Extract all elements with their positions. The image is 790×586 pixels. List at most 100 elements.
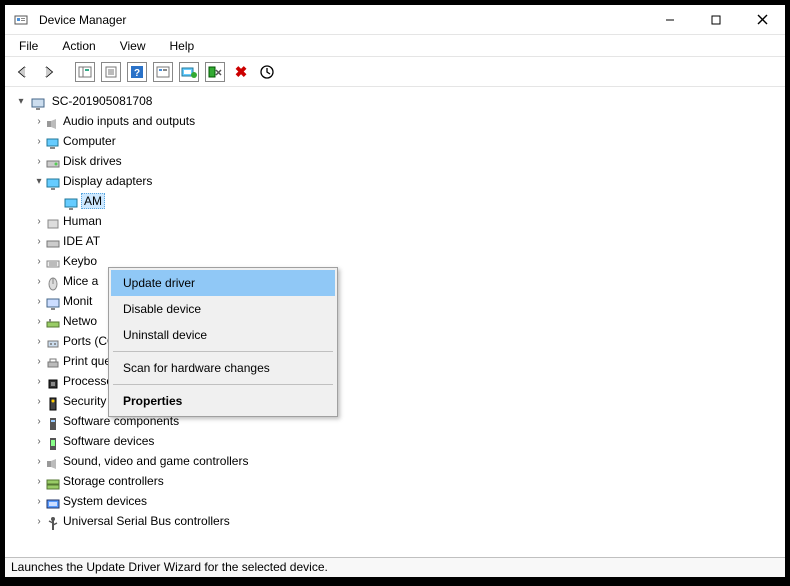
- tree-node-label: Sound, video and game controllers: [63, 454, 248, 468]
- status-text: Launches the Update Driver Wizard for th…: [11, 560, 328, 574]
- caret-right-icon[interactable]: ›: [33, 253, 45, 271]
- tree-node[interactable]: › Storage controllers: [33, 471, 785, 491]
- caret-right-icon[interactable]: ›: [33, 473, 45, 491]
- caret-right-icon[interactable]: ›: [33, 313, 45, 331]
- show-hidden-icon[interactable]: [75, 62, 95, 82]
- disable-icon[interactable]: ✖: [231, 62, 251, 82]
- cpu-icon: [45, 374, 61, 388]
- caret-right-icon[interactable]: ›: [33, 273, 45, 291]
- tree-node-label: Keybo: [63, 254, 97, 268]
- tree-node-label: Universal Serial Bus controllers: [63, 514, 230, 528]
- statusbar: Launches the Update Driver Wizard for th…: [5, 557, 785, 577]
- tree-node[interactable]: › Software devices: [33, 431, 785, 451]
- display-icon: [63, 194, 79, 208]
- caret-right-icon[interactable]: ›: [33, 133, 45, 151]
- selected-device-label: AM: [81, 193, 105, 209]
- tree-node[interactable]: › Audio inputs and outputs: [33, 111, 785, 131]
- tree-node[interactable]: ›System devices: [33, 491, 785, 511]
- properties-icon[interactable]: [101, 62, 121, 82]
- tree-node-selected[interactable]: AM: [51, 191, 785, 211]
- audio-icon: [45, 114, 61, 128]
- tree-node-label: Disk drives: [63, 154, 122, 168]
- monitor-icon: [45, 294, 61, 308]
- tree-node[interactable]: › IDE AT: [33, 231, 785, 251]
- toolbar: ? ✖: [5, 57, 785, 87]
- scan-icon[interactable]: [153, 62, 173, 82]
- caret-right-icon[interactable]: ›: [33, 413, 45, 431]
- refresh-icon[interactable]: [257, 62, 277, 82]
- tree-node[interactable]: › Sound, video and game controllers: [33, 451, 785, 471]
- device-tree[interactable]: ▾ SC-201905081708 › Audio inputs and outp…: [5, 87, 785, 557]
- device-manager-window: Device Manager File Action View Help ?: [4, 4, 786, 578]
- update-driver-icon[interactable]: [179, 62, 199, 82]
- system-icon: [45, 494, 61, 508]
- tree-node-label: Software devices: [63, 434, 154, 448]
- menu-view[interactable]: View: [116, 37, 150, 55]
- port-icon: [45, 334, 61, 348]
- sound-icon: [45, 454, 61, 468]
- tree-node-label: IDE AT: [63, 234, 100, 248]
- usb-icon: [45, 514, 61, 528]
- ctx-update-driver[interactable]: Update driver: [111, 270, 335, 296]
- ctx-scan-hardware[interactable]: Scan for hardware changes: [111, 355, 335, 381]
- caret-right-icon[interactable]: ›: [33, 513, 45, 531]
- context-menu: Update driver Disable device Uninstall d…: [108, 267, 338, 417]
- ctx-properties[interactable]: Properties: [111, 388, 335, 414]
- security-icon: [45, 394, 61, 408]
- caret-right-icon[interactable]: ›: [33, 113, 45, 131]
- forward-button[interactable]: [39, 62, 59, 82]
- keyboard-icon: [45, 254, 61, 268]
- maximize-button[interactable]: [693, 5, 739, 34]
- caret-right-icon[interactable]: ›: [33, 213, 45, 231]
- caret-right-icon[interactable]: ›: [33, 433, 45, 451]
- caret-right-icon[interactable]: ›: [33, 453, 45, 471]
- ide-icon: [45, 234, 61, 248]
- softcomp-icon: [45, 414, 61, 428]
- caret-down-icon[interactable]: ▾: [33, 173, 45, 191]
- storage-icon: [45, 474, 61, 488]
- ctx-disable-device[interactable]: Disable device: [111, 296, 335, 322]
- menu-file[interactable]: File: [15, 37, 42, 55]
- tree-node-label: Computer: [63, 134, 116, 148]
- tree-node-label: Storage controllers: [63, 474, 164, 488]
- menu-action[interactable]: Action: [58, 37, 99, 55]
- minimize-button[interactable]: [647, 5, 693, 34]
- uninstall-icon[interactable]: [205, 62, 225, 82]
- tree-node-label: Human: [63, 214, 102, 228]
- tree-node-label: Audio inputs and outputs: [63, 114, 195, 128]
- caret-right-icon[interactable]: ›: [33, 333, 45, 351]
- caret-right-icon[interactable]: ›: [33, 493, 45, 511]
- tree-node[interactable]: › Human: [33, 211, 785, 231]
- computer-icon: [45, 134, 61, 148]
- tree-node[interactable]: › Disk drives: [33, 151, 785, 171]
- caret-right-icon[interactable]: ›: [33, 353, 45, 371]
- caret-right-icon[interactable]: ›: [33, 373, 45, 391]
- menubar: File Action View Help: [5, 35, 785, 57]
- tree-node-label: Mice a: [63, 274, 98, 288]
- display-icon: [45, 174, 61, 188]
- disk-icon: [45, 154, 61, 168]
- caret-right-icon[interactable]: ›: [33, 293, 45, 311]
- ctx-separator: [113, 384, 333, 385]
- root-label: SC-201905081708: [52, 94, 153, 108]
- help-icon[interactable]: ?: [127, 62, 147, 82]
- svg-text:?: ?: [134, 68, 140, 79]
- close-button[interactable]: [739, 5, 785, 34]
- caret-right-icon[interactable]: ›: [33, 233, 45, 251]
- softdev-icon: [45, 434, 61, 448]
- caret-down-icon[interactable]: ▾: [15, 93, 27, 111]
- tree-node[interactable]: ▾ Display adapters: [33, 171, 785, 191]
- tree-node[interactable]: › Universal Serial Bus controllers: [33, 511, 785, 531]
- mouse-icon: [45, 274, 61, 288]
- back-button[interactable]: [13, 62, 33, 82]
- tree-node[interactable]: › Computer: [33, 131, 785, 151]
- caret-right-icon[interactable]: ›: [33, 393, 45, 411]
- caret-right-icon[interactable]: ›: [33, 153, 45, 171]
- printer-icon: [45, 354, 61, 368]
- menu-help[interactable]: Help: [166, 37, 199, 55]
- ctx-uninstall-device[interactable]: Uninstall device: [111, 322, 335, 348]
- tree-node-label: Display adapters: [63, 174, 152, 188]
- window-title: Device Manager: [39, 13, 126, 27]
- network-icon: [45, 314, 61, 328]
- titlebar: Device Manager: [5, 5, 785, 35]
